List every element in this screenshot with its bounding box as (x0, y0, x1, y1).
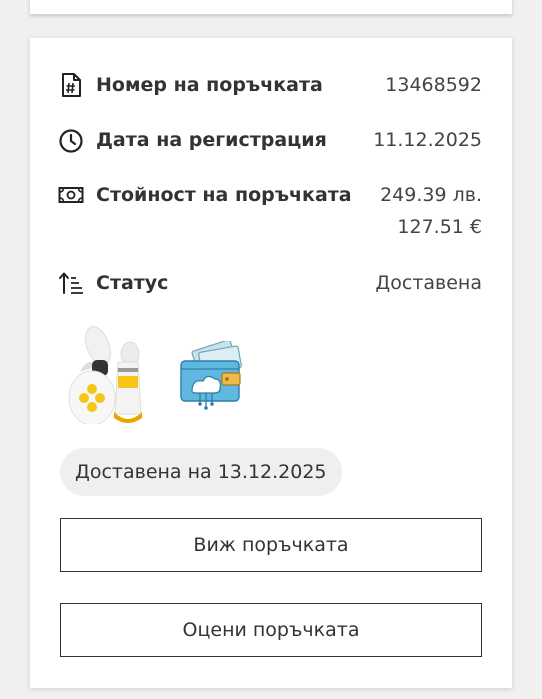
order-value-label: Стойност на поръчката (96, 184, 352, 206)
sort-ascending-icon (59, 272, 83, 294)
order-value-row: Стойност на поръчката 249.39 лв. (58, 182, 482, 208)
previous-order-card (30, 0, 512, 14)
registration-date-label: Дата на регистрация (96, 129, 327, 151)
status-value: Доставена (375, 272, 482, 294)
order-value-eur: 127.51 € (397, 216, 482, 238)
document-hash-icon (62, 73, 81, 97)
product-thumbnail-cloud-wallet[interactable] (176, 339, 256, 421)
order-number-row: Номер на поръчката 13468592 (58, 72, 482, 98)
cloud-wallet-product-image (180, 339, 242, 410)
order-number-label: Номер на поръчката (96, 74, 323, 96)
status-label: Статус (96, 272, 169, 294)
view-order-button[interactable]: Виж поръчката (60, 518, 482, 572)
order-value-bgn: 249.39 лв. (380, 184, 482, 206)
rate-order-button[interactable]: Оцени поръчката (60, 603, 482, 657)
clock-icon (59, 129, 83, 153)
banknote-icon (58, 187, 84, 203)
order-card: Номер на поръчката 13468592 Дата на реги… (30, 38, 512, 688)
status-row: Статус Доставена (58, 270, 482, 296)
breast-pump-product-image (68, 326, 142, 426)
product-thumbnail-breast-pump[interactable] (62, 324, 142, 426)
registration-date-row: Дата на регистрация 11.12.2025 (58, 127, 482, 153)
registration-date-value: 11.12.2025 (373, 129, 482, 151)
order-number-value: 13468592 (385, 74, 482, 96)
delivered-date-badge: Доставена на 13.12.2025 (60, 448, 342, 496)
